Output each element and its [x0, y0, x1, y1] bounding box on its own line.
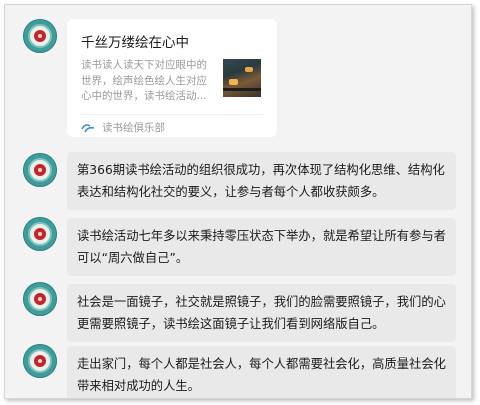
- sender-avatar[interactable]: [23, 344, 57, 378]
- card-source-label: 读书绘俱乐部: [102, 121, 165, 134]
- sender-avatar[interactable]: [23, 282, 57, 316]
- card-source: 读书绘俱乐部: [81, 120, 165, 134]
- link-icon: [81, 124, 95, 133]
- sender-avatar[interactable]: [23, 153, 57, 187]
- sender-avatar[interactable]: [23, 217, 57, 251]
- message-bubble[interactable]: 走出家门，每个人都是社会人，每个人都需要社会化，高质量社会化带来相对成功的人生。: [67, 346, 456, 398]
- card-title: 千丝万缕绘在心中: [81, 35, 189, 51]
- message-bubble[interactable]: 社会是一面镜子，社交就是照镜子，我们的脸需要照镜子，我们的心更需要照镜子，读书绘…: [67, 284, 456, 342]
- chat-window: 千丝万缕绘在心中 读书读人读天下对应眼中的世界，绘声绘色绘人生对应心中的世界，读…: [4, 4, 472, 399]
- card-thumbnail: [223, 59, 261, 97]
- card-description: 读书读人读天下对应眼中的世界，绘声绘色绘人生对应心中的世界，读书绘活动...: [81, 59, 207, 102]
- shared-article-card[interactable]: 千丝万缕绘在心中 读书读人读天下对应眼中的世界，绘声绘色绘人生对应心中的世界，读…: [67, 19, 277, 137]
- message-bubble[interactable]: 第366期读书绘活动的组织很成功，再次体现了结构化思维、结构化表达和结构化社交的…: [67, 152, 456, 210]
- card-divider: [81, 114, 263, 115]
- message-bubble[interactable]: 读书绘活动七年多以来秉持零压状态下举办，就是希望让所有参与者可以“周六做自己”。: [67, 218, 456, 276]
- sender-avatar[interactable]: [23, 19, 57, 53]
